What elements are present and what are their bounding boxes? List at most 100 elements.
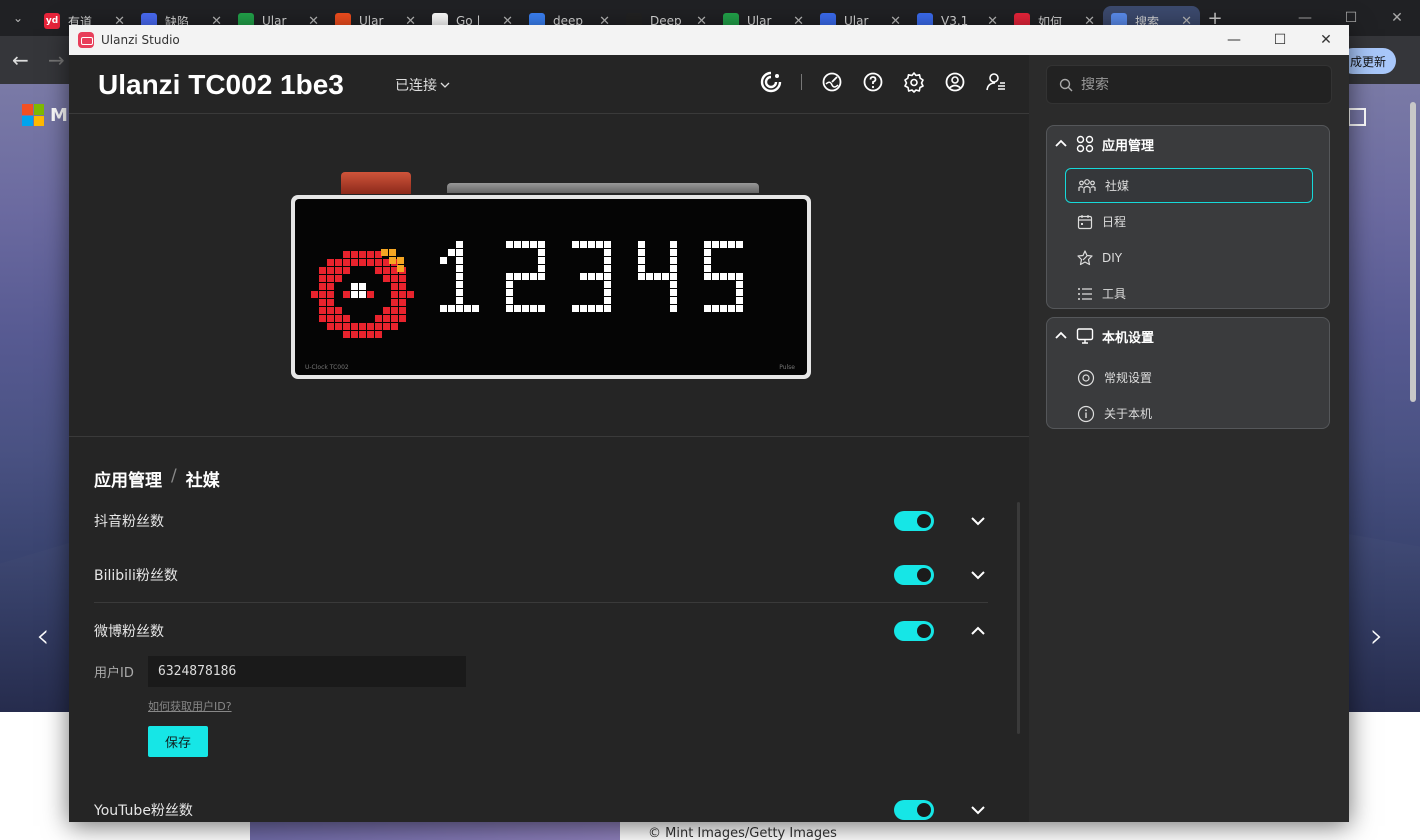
digit-pixel (736, 273, 743, 280)
gear-icon[interactable] (903, 71, 925, 93)
weibo-logo-pixel (391, 323, 398, 330)
row-weibo[interactable]: 微博粉丝数 (94, 603, 988, 658)
weibo-logo-pixel (359, 283, 366, 290)
list-icon (1077, 286, 1093, 302)
weibo-logo-pixel (383, 315, 390, 322)
weibo-logo-pixel (359, 331, 366, 338)
weibo-logo-pixel (351, 323, 358, 330)
row-bilibili[interactable]: Bilibili粉丝数 (94, 548, 988, 603)
row-douyin[interactable]: 抖音粉丝数 (94, 493, 988, 548)
user-account-icon[interactable] (944, 71, 966, 93)
sidebar-item-diy[interactable]: DIY (1065, 240, 1313, 275)
maximize-icon[interactable]: ☐ (1257, 25, 1303, 55)
weibo-logo-pixel (391, 307, 398, 314)
digit-pixel (670, 265, 677, 272)
back-arrow-icon[interactable]: ← (12, 48, 29, 72)
browser-maximize-icon[interactable]: ☐ (1328, 10, 1374, 26)
chevron-up-icon[interactable] (1054, 329, 1068, 343)
sidebar-item-label: DIY (1102, 250, 1123, 265)
chevron-down-icon[interactable] (970, 802, 986, 818)
digit-pixel (670, 297, 677, 304)
digit-pixel (538, 305, 545, 312)
digit-pixel (522, 273, 529, 280)
tab-search-dropdown[interactable]: ⌄ (0, 0, 36, 36)
sidebar-item-label: 工具 (1102, 287, 1127, 301)
microsoft-logo[interactable]: M (22, 104, 68, 126)
chevron-up-icon[interactable] (970, 623, 986, 639)
breadcrumb-parent[interactable]: 应用管理 (94, 466, 162, 491)
weibo-logo-pixel (319, 267, 326, 274)
chevron-down-icon[interactable] (970, 513, 986, 529)
weibo-toggle[interactable] (894, 620, 934, 641)
user-id-input[interactable] (148, 656, 466, 687)
sidebar-item-general-settings[interactable]: 常规设置 (1065, 360, 1313, 395)
user-settings-icon[interactable] (985, 71, 1007, 93)
browser-close-icon[interactable]: ✕ (1374, 10, 1420, 26)
content-scrollbar[interactable] (1017, 502, 1020, 734)
palette-icon[interactable] (821, 71, 843, 93)
youtube-toggle[interactable] (894, 799, 934, 820)
close-icon[interactable]: ✕ (1303, 25, 1349, 55)
tab-favicon-icon: yd (44, 13, 60, 29)
update-label: 成更新 (1350, 54, 1387, 69)
carousel-next-icon[interactable]: › (1370, 616, 1384, 656)
ulanzi-logo-icon[interactable] (760, 71, 782, 93)
bilibili-toggle[interactable] (894, 565, 934, 585)
digit-pixel (440, 305, 447, 312)
digit-pixel (530, 305, 537, 312)
weibo-logo-pixel (359, 251, 366, 258)
weibo-logo-pixel (335, 259, 342, 266)
qr-code-icon[interactable] (1348, 108, 1366, 126)
weibo-logo-pixel (327, 259, 334, 266)
digit-pixel (456, 249, 463, 256)
sidebar-item-tools[interactable]: 工具 (1065, 276, 1313, 311)
minimize-icon[interactable]: — (1211, 25, 1257, 55)
device-model-label: U-Clock TC002 (305, 364, 349, 371)
sidebar-item-about[interactable]: 关于本机 (1065, 396, 1313, 431)
save-button[interactable]: 保存 (148, 726, 208, 757)
logo-text: M (50, 104, 68, 126)
weibo-logo-pixel (335, 323, 342, 330)
digit-pixel (472, 305, 479, 312)
chevron-up-icon[interactable] (1054, 137, 1068, 151)
digit-pixel (736, 305, 743, 312)
search-input[interactable] (1081, 76, 1321, 93)
right-sidebar: 应用管理 社媒 日程 DIY 工具 (1029, 55, 1349, 822)
row-youtube[interactable]: YouTube粉丝数 (94, 782, 988, 822)
digit-pixel (580, 305, 587, 312)
digit-pixel (736, 241, 743, 248)
weibo-logo-pixel (391, 315, 398, 322)
weibo-logo-pixel (367, 323, 374, 330)
forward-arrow-icon[interactable]: → (48, 48, 65, 72)
search-box[interactable] (1046, 65, 1332, 104)
digit-pixel (604, 273, 611, 280)
carousel-prev-icon[interactable]: ‹ (36, 616, 50, 656)
connection-status-dropdown[interactable]: 已连接 (395, 75, 451, 95)
digit-pixel (704, 305, 711, 312)
sidebar-item-social[interactable]: 社媒 (1065, 168, 1313, 203)
help-user-id-link[interactable]: 如何获取用户ID? (148, 698, 232, 714)
sidebar-item-schedule[interactable]: 日程 (1065, 204, 1313, 239)
chevron-down-icon[interactable] (970, 567, 986, 583)
weibo-logo-pixel (359, 291, 366, 298)
help-icon[interactable] (862, 71, 884, 93)
weibo-logo-pixel (389, 257, 396, 264)
browser-minimize-icon[interactable]: — (1282, 10, 1328, 26)
digit-pixel (654, 273, 661, 280)
douyin-toggle[interactable] (894, 510, 934, 531)
weibo-logo-pixel (343, 323, 350, 330)
weibo-logo-pixel (351, 331, 358, 338)
digit-pixel (456, 273, 463, 280)
digit-pixel (596, 305, 603, 312)
group-header[interactable]: 本机设置 (1047, 318, 1329, 354)
digit-pixel (538, 249, 545, 256)
title-bar: Ulanzi Studio — ☐ ✕ (69, 25, 1349, 55)
digit-pixel (720, 305, 727, 312)
digit-pixel (670, 241, 677, 248)
digit-pixel (704, 249, 711, 256)
digit-pixel (670, 281, 677, 288)
digit-pixel (736, 297, 743, 304)
weibo-logo-pixel (343, 259, 350, 266)
weibo-logo-pixel (343, 291, 350, 298)
group-header[interactable]: 应用管理 (1047, 126, 1329, 162)
